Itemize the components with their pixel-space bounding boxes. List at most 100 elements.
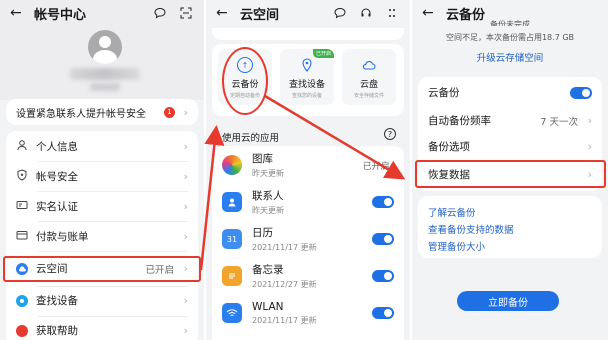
backup-frequency-row[interactable]: 自动备份频率 7 天一次 › xyxy=(418,107,602,134)
service-name: 查找设备 xyxy=(288,80,325,90)
links-card: 了解云备份 查看备份支持的数据 管理备份大小 xyxy=(418,196,602,258)
menu-item-payment-billing[interactable]: 付款与账单 › xyxy=(6,223,198,250)
top-bar: ← 帐号中心 xyxy=(0,0,204,26)
calendar-sync-toggle[interactable] xyxy=(372,233,394,245)
app-updated: 2021/11/17 更新 xyxy=(252,315,317,325)
backup-options-row[interactable]: 备份选项 › xyxy=(418,133,602,160)
calendar-icon: 31 xyxy=(222,229,242,249)
id-card-icon xyxy=(16,199,28,214)
apps-section-header: 使用云的应用 xyxy=(222,133,280,144)
chevron-right-icon: › xyxy=(183,140,188,153)
person-icon xyxy=(16,139,28,154)
backup-frequency-value: 7 天一次 xyxy=(540,116,578,128)
more-options-icon[interactable] xyxy=(384,5,400,21)
backup-now-button[interactable]: 立即备份 xyxy=(457,291,559,311)
service-desc: 查找您的设备 xyxy=(291,93,322,99)
row-label: 云备份 xyxy=(428,87,460,99)
service-badge: 已开启 xyxy=(312,49,334,58)
help-icon[interactable]: ? xyxy=(384,128,396,140)
emergency-contact-text: 设置紧急联系人提升帐号安全 xyxy=(16,108,146,120)
menu-item-real-name-auth[interactable]: 实名认证 › xyxy=(6,193,198,220)
headset-icon[interactable] xyxy=(358,5,374,21)
location-pin-icon xyxy=(299,57,315,73)
cloud-backup-row[interactable]: 云备份 xyxy=(418,79,602,106)
gallery-icon xyxy=(222,155,242,175)
find-device-icon xyxy=(16,294,28,307)
app-updated: 2021/12/27 更新 xyxy=(252,280,317,289)
app-name: 备忘录 xyxy=(252,264,284,276)
help-icon xyxy=(16,324,28,337)
app-updated: 2021/11/17 更新 xyxy=(252,243,317,252)
service-find-device[interactable]: 已开启 查找设备 查找您的设备 xyxy=(280,49,334,105)
apps-list: 图库 昨天更新 已开启 › 联系人 昨天更新 31 日历 2021/11/17 … xyxy=(212,146,404,340)
menu-item-label: 付款与账单 xyxy=(36,231,89,243)
chevron-right-icon: › xyxy=(587,114,592,127)
cloud-space-screen: ← 云空间 ↑ 云备份 定期自动备份 已开启 查找设备 查找您的设备 云盘 安全… xyxy=(206,0,410,340)
highlight-restore-data xyxy=(415,160,606,188)
app-name: WLAN xyxy=(252,300,284,313)
row-label: 自动备份频率 xyxy=(428,115,491,127)
page-title: 帐号中心 xyxy=(34,7,87,23)
contacts-sync-toggle[interactable] xyxy=(372,196,394,208)
service-name: 云盘 xyxy=(359,80,378,90)
account-menu-card: 个人信息 › 帐号安全 › 实名认证 › 付款与账单 › 云空间 已开启 › 查… xyxy=(6,131,198,340)
supported-data-link[interactable]: 查看备份支持的数据 xyxy=(428,222,514,236)
menu-item-account-security[interactable]: 帐号安全 › xyxy=(6,163,198,190)
message-icon[interactable] xyxy=(152,5,168,21)
contacts-icon xyxy=(222,192,242,212)
app-row-wlan[interactable]: WLAN 2021/11/17 更新 xyxy=(212,296,404,330)
app-name: 联系人 xyxy=(252,190,284,202)
cloud-drive-icon xyxy=(361,57,377,73)
cloud-backup-toggle[interactable] xyxy=(570,86,592,99)
app-row-calendar[interactable]: 31 日历 2021/11/17 更新 xyxy=(212,222,404,256)
chevron-right-icon: › xyxy=(183,170,188,183)
message-icon[interactable] xyxy=(332,5,348,21)
shield-icon xyxy=(16,169,28,184)
menu-item-get-help[interactable]: 获取帮助 › xyxy=(6,317,198,340)
manage-backup-size-link[interactable]: 管理备份大小 xyxy=(428,239,485,253)
upgrade-storage-link[interactable]: 升级云存储空间 xyxy=(412,50,608,64)
avatar[interactable] xyxy=(88,30,122,64)
app-name: 图库 xyxy=(252,153,273,165)
notification-badge: 1 xyxy=(164,106,175,118)
app-name: 日历 xyxy=(252,227,273,239)
highlight-cloud-backup xyxy=(222,47,268,115)
app-row-contacts[interactable]: 联系人 昨天更新 xyxy=(212,185,404,219)
chevron-right-icon: › xyxy=(389,158,394,172)
top-bar: ← 云空间 xyxy=(206,0,410,26)
menu-item-label: 帐号安全 xyxy=(36,171,78,183)
notes-icon xyxy=(222,266,242,286)
service-desc: 安全存储文件 xyxy=(353,93,384,99)
chevron-right-icon: › xyxy=(183,105,188,119)
service-cloud-drive[interactable]: 云盘 安全存储文件 xyxy=(342,49,396,105)
chevron-right-icon: › xyxy=(183,230,188,243)
cloud-backup-screen: ← 云备份 备份未完成 空间不足，本次备份需占用18.7 GB 升级云存储空间 … xyxy=(412,0,608,340)
storage-notice: 空间不足，本次备份需占用18.7 GB xyxy=(445,33,575,42)
app-status: 已开启 xyxy=(362,161,390,172)
app-row-notes[interactable]: 备忘录 2021/12/27 更新 xyxy=(212,259,404,293)
back-arrow-icon[interactable]: ← xyxy=(10,5,26,21)
menu-item-label: 实名认证 xyxy=(36,201,78,213)
wlan-sync-toggle[interactable] xyxy=(372,307,394,319)
back-arrow-icon[interactable]: ← xyxy=(216,5,232,21)
app-updated: 昨天更新 xyxy=(252,169,284,178)
chevron-right-icon: › xyxy=(183,200,188,213)
app-updated: 昨天更新 xyxy=(252,206,284,215)
page-title: 云空间 xyxy=(240,7,280,23)
notes-sync-toggle[interactable] xyxy=(372,270,394,282)
emergency-contact-banner[interactable]: 设置紧急联系人提升帐号安全 1 › xyxy=(6,99,198,125)
backup-status-text: 备份未完成 xyxy=(490,20,530,26)
menu-item-label: 个人信息 xyxy=(36,141,78,153)
app-row-gallery[interactable]: 图库 昨天更新 已开启 › xyxy=(212,148,404,182)
menu-item-find-device[interactable]: 查找设备 › xyxy=(6,287,198,314)
chevron-right-icon: › xyxy=(183,324,188,337)
wallet-icon xyxy=(16,229,28,244)
account-center-screen: ← 帐号中心 设置紧急联系人提升帐号安全 1 › 个人信息 › 帐号安全 › 实… xyxy=(0,0,204,340)
learn-cloud-backup-link[interactable]: 了解云备份 xyxy=(428,205,476,219)
scan-icon[interactable] xyxy=(178,5,194,21)
row-label: 备份选项 xyxy=(428,141,470,153)
menu-item-personal-info[interactable]: 个人信息 › xyxy=(6,133,198,160)
blurred-username xyxy=(70,68,140,80)
chevron-right-icon: › xyxy=(587,140,592,153)
blurred-account-id xyxy=(90,83,120,91)
